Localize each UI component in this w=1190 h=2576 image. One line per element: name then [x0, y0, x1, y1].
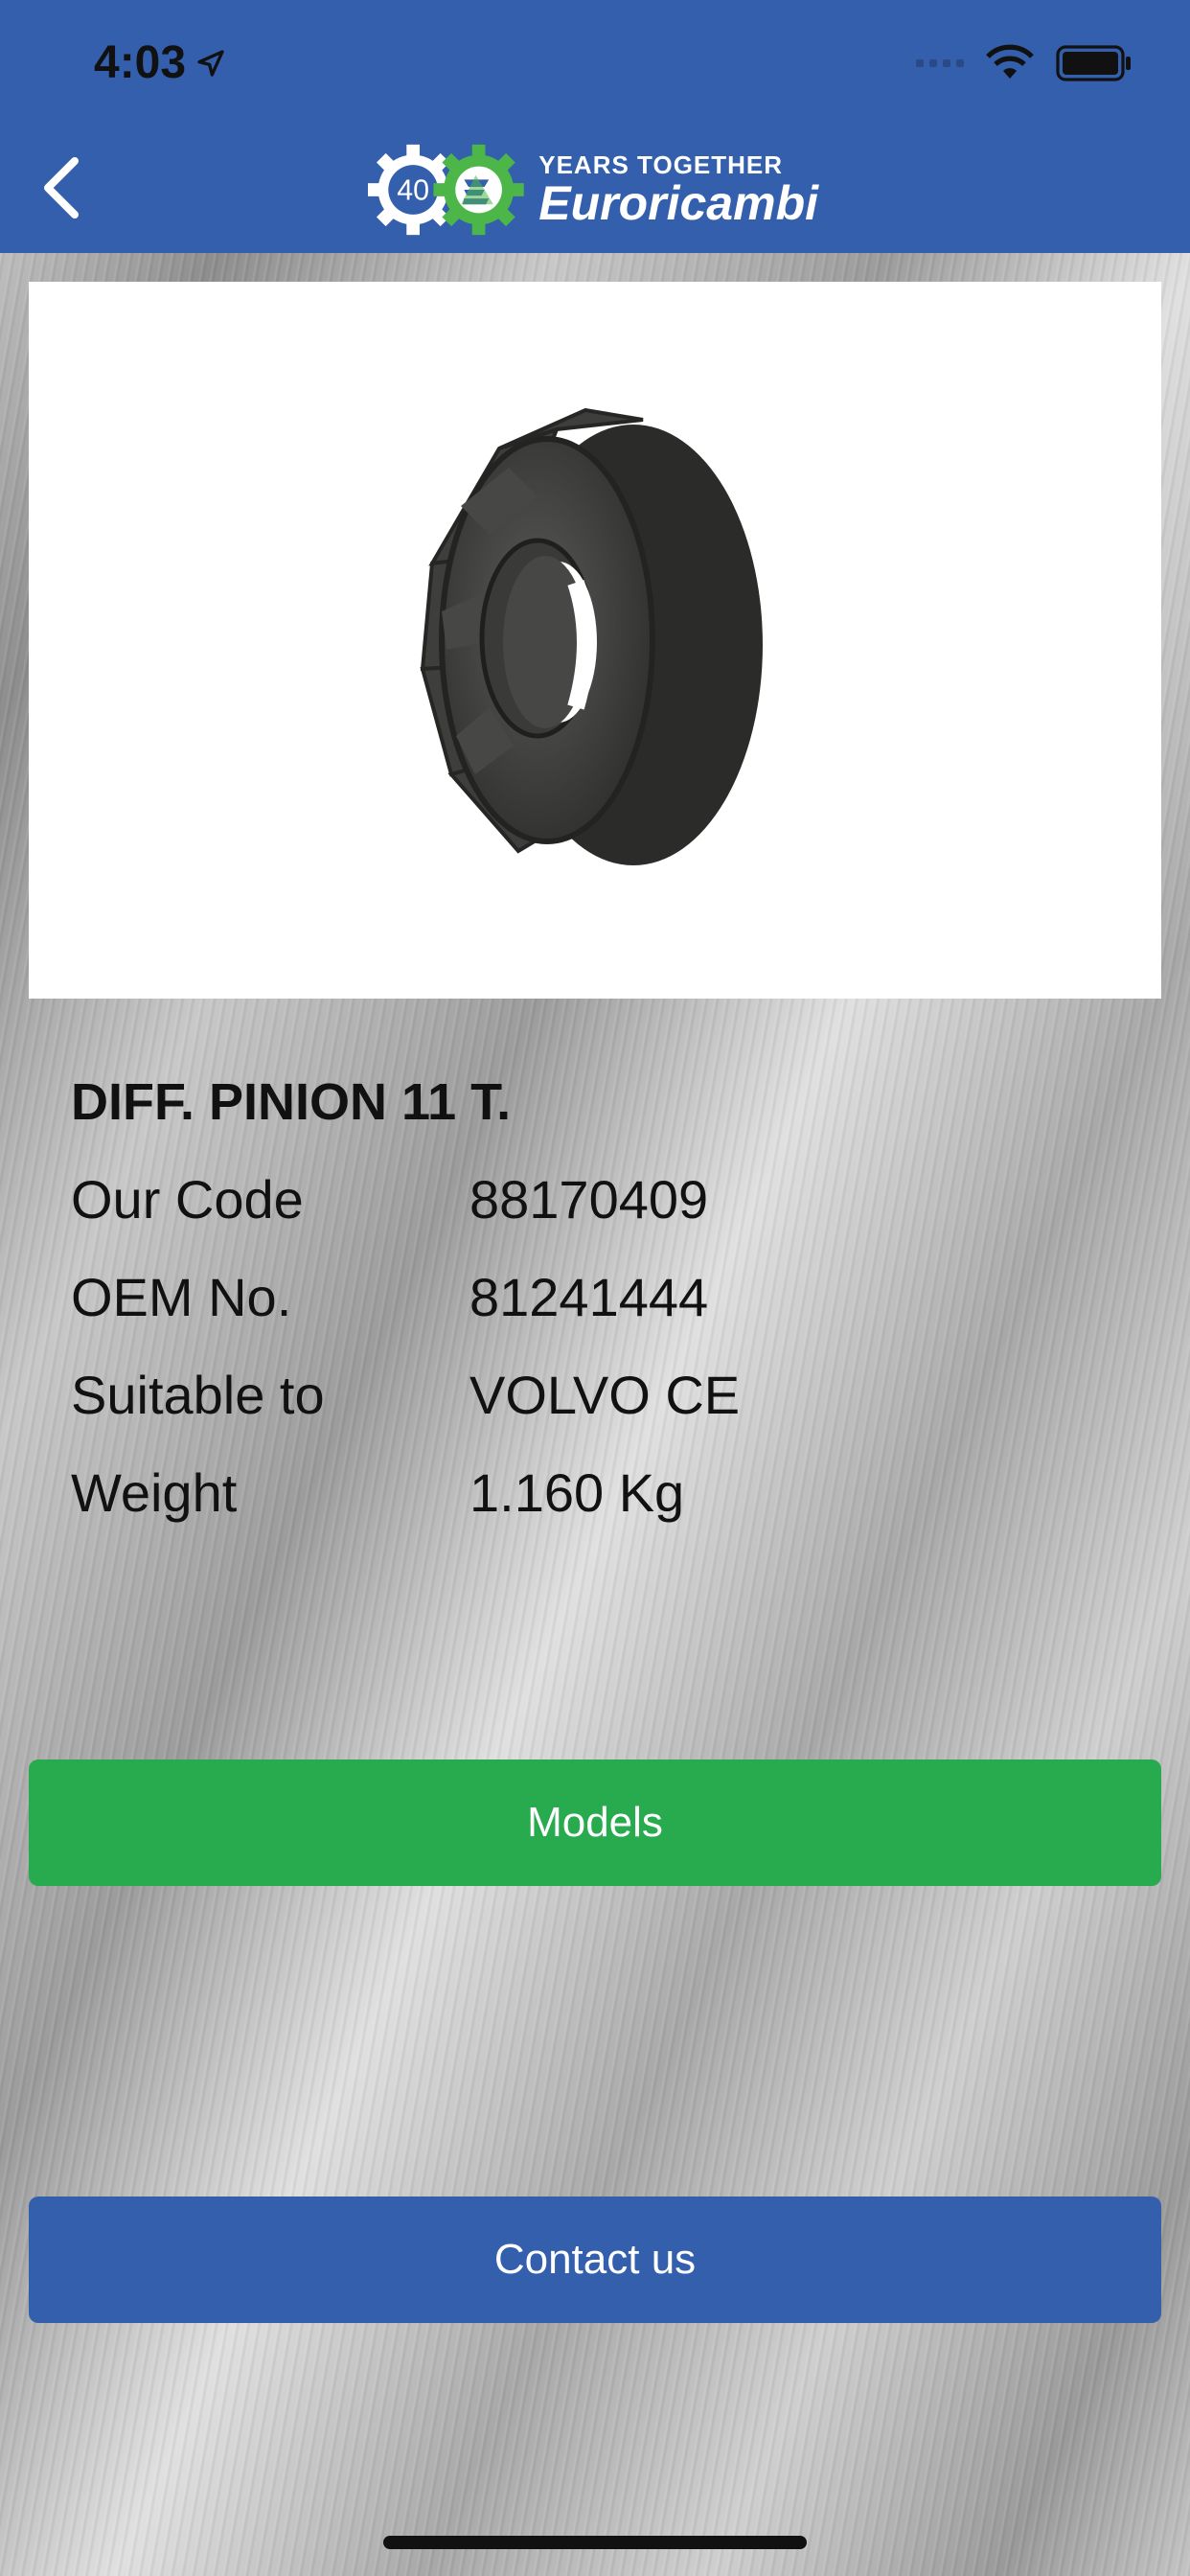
wifi-icon — [986, 44, 1034, 79]
location-arrow-icon — [197, 49, 224, 77]
status-time: 4:03 — [94, 36, 226, 89]
logo-brand: Euroricambi — [538, 176, 818, 230]
spec-label: Suitable to — [71, 1364, 325, 1425]
cellular-signal-icon — [916, 59, 964, 67]
status-indicators — [916, 44, 1133, 82]
spec-value: 1.160 Kg — [469, 1461, 685, 1523]
spec-label: Weight — [71, 1461, 238, 1523]
spec-label: Our Code — [71, 1168, 304, 1230]
spec-value: VOLVO CE — [469, 1364, 741, 1425]
spec-value: 88170409 — [469, 1168, 709, 1230]
product-info: DIFF. PINION 11 T. Our Code 88170409 OEM… — [71, 1064, 740, 1541]
euroricambi-logo: 40 YEARS TOGETHER Euroricambi — [368, 126, 818, 253]
gear-pinion-image — [420, 407, 763, 865]
top-bar: 4:03 40 YEARS TOGETHER Euroricambi — [0, 0, 1190, 253]
svg-text:40: 40 — [397, 174, 429, 207]
spec-value: 81241444 — [469, 1266, 709, 1327]
spec-row-our-code: Our Code 88170409 — [71, 1150, 740, 1248]
logo-text: YEARS TOGETHER Euroricambi — [538, 152, 818, 227]
battery-icon — [1056, 45, 1131, 81]
spec-row-oem-no: OEM No. 81241444 — [71, 1248, 740, 1346]
product-image-card — [29, 282, 1161, 999]
spec-row-weight: Weight 1.160 Kg — [71, 1443, 740, 1541]
gear-40-logo-icon: 40 — [368, 144, 524, 236]
spec-label: OEM No. — [71, 1266, 292, 1327]
chevron-left-icon — [44, 157, 79, 218]
product-title: DIFF. PINION 11 T. — [71, 1073, 512, 1131]
spec-row-suitable-to: Suitable to VOLVO CE — [71, 1346, 740, 1443]
contact-us-button[interactable]: Contact us — [29, 2196, 1161, 2323]
back-button[interactable] — [27, 153, 96, 222]
models-button[interactable]: Models — [29, 1760, 1161, 1886]
logo-tagline: YEARS TOGETHER — [538, 150, 784, 179]
home-indicator[interactable] — [383, 2536, 807, 2549]
